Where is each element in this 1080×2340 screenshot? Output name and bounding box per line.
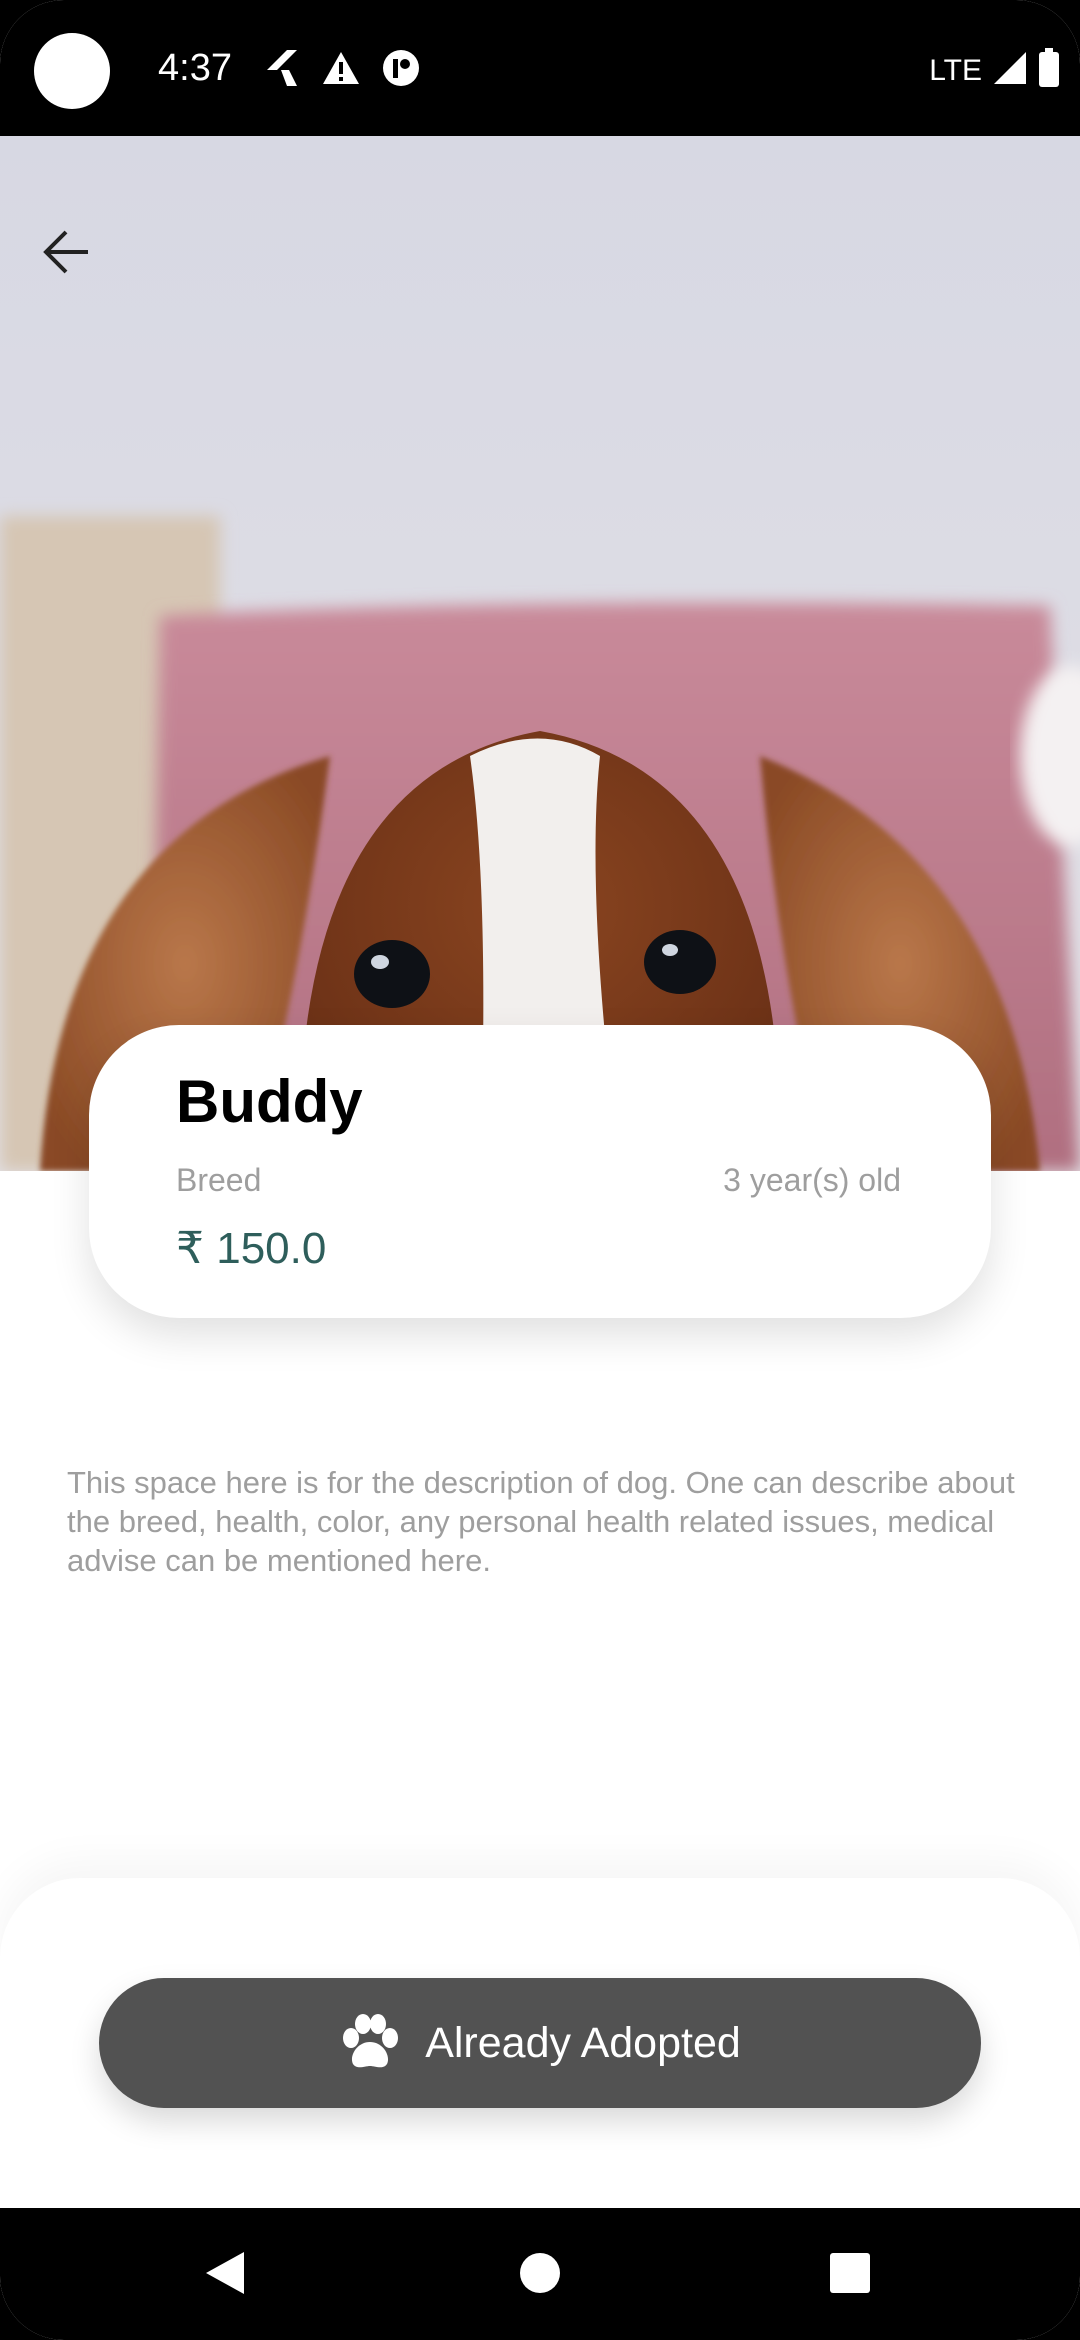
bottom-action-sheet: Already Adopted [0, 1878, 1080, 2208]
battery-icon [1038, 48, 1060, 93]
nav-back-button[interactable] [190, 2238, 260, 2308]
warning-icon [321, 50, 361, 91]
pet-breed: Breed [176, 1162, 262, 1198]
signal-icon [992, 50, 1028, 91]
arrow-back-icon [43, 230, 88, 274]
adopt-button-label: Already Adopted [425, 2019, 741, 2067]
recents-square-icon [830, 2253, 870, 2293]
pet-age: 3 year(s) old [723, 1162, 901, 1198]
status-time: 4:37 [158, 47, 232, 89]
nav-home-button[interactable] [505, 2238, 575, 2308]
nav-recents-button[interactable] [815, 2238, 885, 2308]
status-bar: 4:37 LTE [0, 0, 1080, 136]
phone-screen: 4:37 LTE Buddy Breed 3 year(s) old ₹ 150… [0, 0, 1080, 2340]
home-circle-icon [520, 2253, 560, 2293]
dog-photo [0, 136, 1080, 1171]
pet-name: Buddy [176, 1068, 363, 1135]
paw-icon [343, 2014, 399, 2068]
navigation-bar [0, 2208, 1080, 2340]
pet-price: ₹ 150.0 [176, 1224, 327, 1273]
flutter-icon [265, 48, 301, 93]
pet-description: This space here is for the description o… [67, 1465, 1015, 1578]
pet-info-card: Buddy Breed 3 year(s) old ₹ 150.0 [89, 1025, 991, 1318]
pet-photo [0, 136, 1080, 1171]
back-button[interactable] [30, 216, 102, 288]
status-icons-right: LTE [929, 48, 1060, 93]
network-type: LTE [929, 53, 982, 87]
back-triangle-icon [206, 2252, 244, 2294]
camera-cutout [34, 33, 110, 109]
adopt-button[interactable]: Already Adopted [99, 1978, 981, 2108]
status-icons-left [265, 48, 421, 93]
app-notification-icon [381, 48, 421, 93]
